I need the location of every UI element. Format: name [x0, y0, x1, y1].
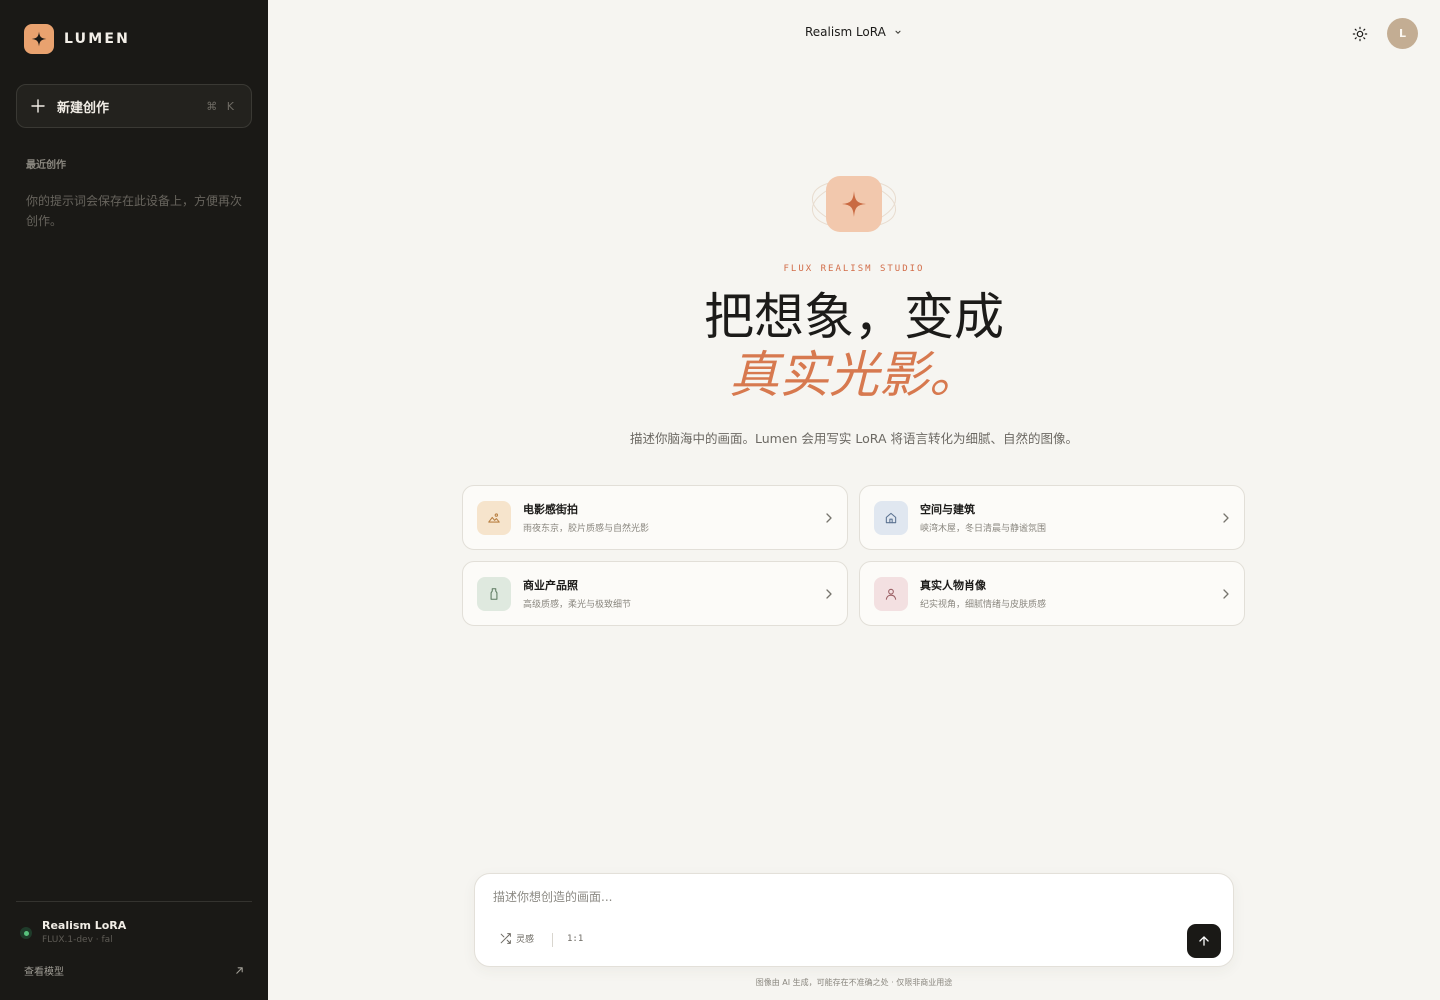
chevron-right-icon: [826, 588, 832, 599]
prompt-composer: 灵感 1:1: [474, 873, 1234, 967]
aspect-ratio-button[interactable]: 1:1: [567, 934, 583, 944]
prompt-input[interactable]: [493, 890, 1193, 904]
plus-icon: [31, 99, 45, 113]
chevron-right-icon: [1223, 588, 1229, 599]
view-models-link[interactable]: 查看模型: [24, 963, 244, 978]
card-title: 空间与建筑: [920, 503, 975, 516]
suggestion-card-portrait[interactable]: 真实人物肖像 纪实视角，细腻情绪与皮肤质感: [859, 561, 1245, 626]
hero-title: 把想象，变成: [704, 288, 1004, 346]
card-title: 商业产品照: [523, 579, 578, 592]
chevron-right-icon: [1223, 512, 1229, 523]
shuffle-icon: [500, 933, 511, 944]
home-icon: [874, 500, 908, 535]
suggestion-card-architecture[interactable]: 空间与建筑 峡湾木屋，冬日清晨与静谧氛围: [859, 485, 1245, 550]
toolbar-divider: [552, 933, 553, 947]
sparkle-icon: [24, 24, 54, 54]
card-subtitle: 纪实视角，细腻情绪与皮肤质感: [920, 600, 1047, 610]
view-models-label: 查看模型: [24, 967, 64, 978]
bottle-icon: [477, 576, 511, 611]
person-icon: [874, 576, 908, 611]
model-selector[interactable]: Realism LoRA: [805, 25, 902, 39]
card-title: 真实人物肖像: [920, 579, 986, 592]
sun-icon: [1352, 26, 1368, 42]
inspiration-button[interactable]: 灵感: [499, 932, 534, 945]
brand[interactable]: LUMEN: [24, 24, 130, 54]
chevron-right-icon: [826, 512, 832, 523]
card-subtitle: 雨夜东京，胶片质感与自然光影: [523, 524, 650, 534]
new-creation-button[interactable]: 新建创作 ⌘ K: [16, 84, 252, 128]
landscape-icon: [477, 500, 511, 535]
model-status: Realism LoRA FLUX.1-dev · fal: [20, 918, 126, 945]
suggestion-card-street[interactable]: 电影感街拍 雨夜东京，胶片质感与自然光影: [462, 485, 848, 550]
model-subtitle: FLUX.1-dev · fal: [42, 935, 113, 945]
hero-sparkle-icon: [806, 172, 902, 236]
hero-description: 描述你脑海中的画面。Lumen 会用写实 LoRA 将语言转化为细腻、自然的图像…: [630, 431, 1078, 446]
model-selector-label: Realism LoRA: [805, 25, 886, 39]
new-creation-label: 新建创作: [57, 100, 110, 116]
suggestion-card-product[interactable]: 商业产品照 高级质感，柔光与极致细节: [462, 561, 848, 626]
shortcut-hint: ⌘ K: [206, 99, 237, 113]
brand-name: LUMEN: [64, 31, 131, 47]
arrow-up-icon: [1199, 936, 1209, 946]
model-name: Realism LoRA: [42, 919, 127, 932]
recent-section-title: 最近创作: [26, 160, 66, 171]
sidebar: LUMEN 新建创作 ⌘ K 最近创作 你的提示词会保存在此设备上，方便再次创作…: [0, 0, 268, 1000]
hero-tagline: FLUX REALISM STUDIO: [783, 264, 925, 274]
footer-disclaimer: 图像由 AI 生成，可能存在不准确之处 · 仅限非商业用途: [755, 978, 953, 987]
card-subtitle: 峡湾木屋，冬日清晨与静谧氛围: [920, 524, 1047, 534]
user-avatar[interactable]: L: [1387, 18, 1418, 49]
recent-empty-state: 你的提示词会保存在此设备上，方便再次创作。: [26, 194, 243, 228]
theme-toggle-button[interactable]: [1350, 24, 1370, 44]
arrow-up-right-icon: [236, 967, 243, 974]
status-dot-icon: [20, 927, 32, 939]
sidebar-divider: [16, 901, 252, 902]
inspiration-label: 灵感: [516, 935, 535, 945]
chevron-down-icon: [895, 30, 901, 34]
hero-title-accent: 真实光影。: [729, 346, 979, 404]
card-title: 电影感街拍: [523, 503, 578, 516]
card-subtitle: 高级质感，柔光与极致细节: [523, 600, 632, 610]
send-button[interactable]: [1187, 924, 1221, 958]
